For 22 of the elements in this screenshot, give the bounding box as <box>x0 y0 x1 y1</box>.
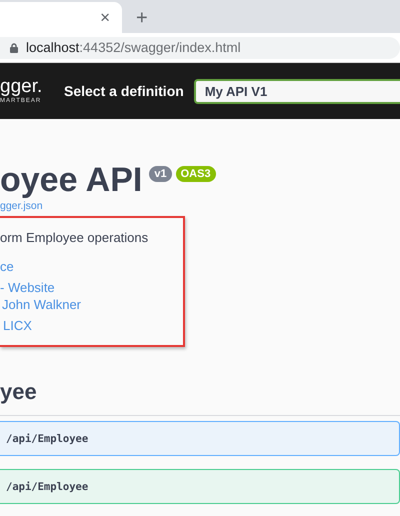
oas-badge: OAS3 <box>176 166 216 182</box>
api-title: oyee API <box>0 161 142 199</box>
definition-select[interactable]: My API V1 <box>194 78 400 104</box>
info-link[interactable]: John Walkner <box>2 297 81 312</box>
api-description: orm Employee operations <box>0 230 150 245</box>
browser-tab[interactable]: × <box>0 2 122 33</box>
spec-link[interactable]: gger.json <box>0 200 400 212</box>
new-tab-button[interactable]: + <box>136 8 148 28</box>
lock-icon <box>10 42 18 52</box>
operation-path: /api/Employee <box>6 432 88 444</box>
tag-heading[interactable]: yee <box>0 379 400 416</box>
address-bar[interactable]: localhost:44352/swagger/index.html <box>0 36 400 58</box>
close-tab-button[interactable]: × <box>100 9 110 26</box>
operation-row[interactable]: /api/Employee <box>0 469 400 504</box>
info-link[interactable]: LICX <box>3 318 32 333</box>
select-label: Select a definition <box>64 83 184 99</box>
logo-text: gger. <box>0 78 44 96</box>
operation-path: /api/Employee <box>6 480 88 492</box>
version-badge: v1 <box>149 166 172 182</box>
info-link[interactable]: ce <box>0 259 14 274</box>
info-link[interactable]: - Website <box>0 280 55 295</box>
operation-row[interactable]: /api/Employee <box>0 421 400 456</box>
